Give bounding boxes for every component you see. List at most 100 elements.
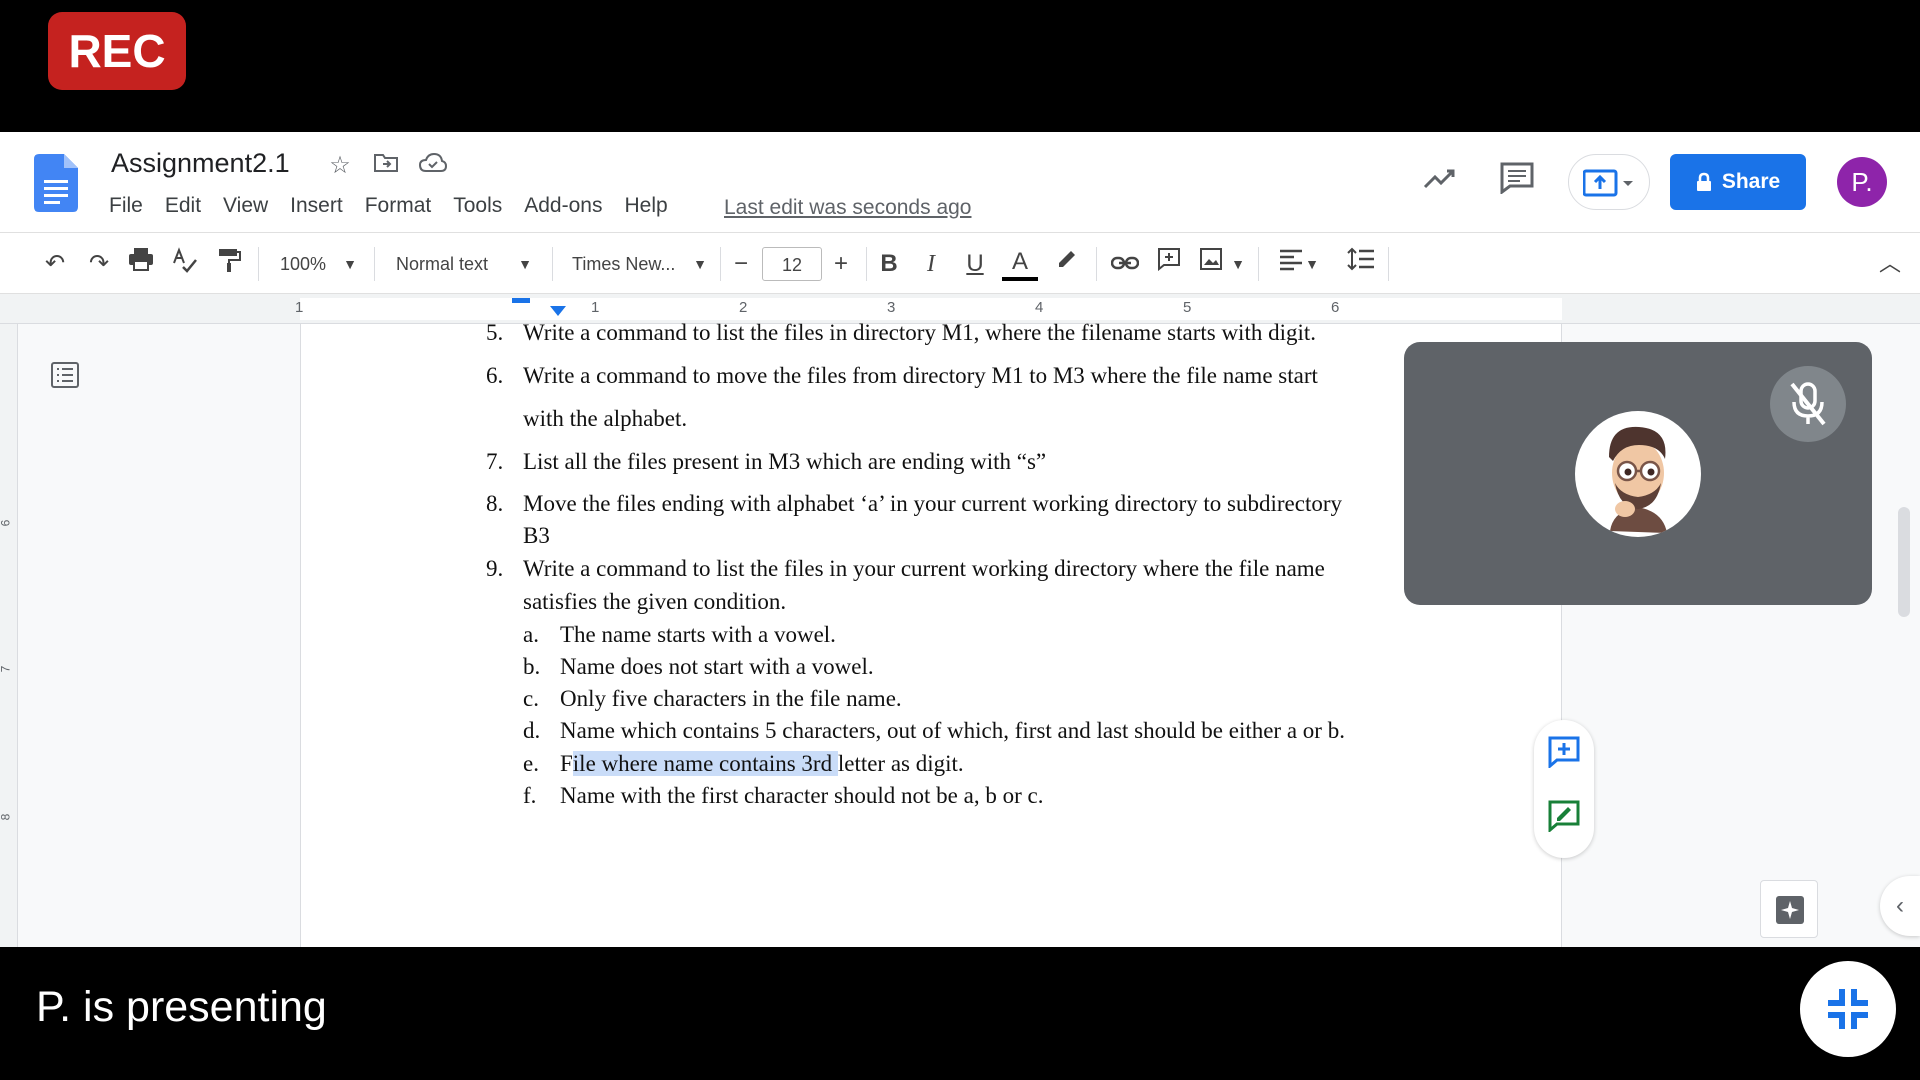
explore-button[interactable]: [1760, 880, 1818, 938]
sublist-letter: b.: [523, 654, 541, 679]
menu-tools[interactable]: Tools: [453, 194, 502, 218]
document-page[interactable]: [300, 324, 1562, 947]
underline-button[interactable]: U: [958, 247, 992, 281]
recording-badge: REC: [48, 12, 186, 90]
list-item-text: List all the files present in M3 which a…: [523, 449, 1047, 474]
zoom-select[interactable]: 100%: [280, 247, 340, 281]
sublist-letter: d.: [523, 718, 541, 743]
exit-fullscreen-icon: [1828, 989, 1868, 1029]
font-dropdown-icon[interactable]: ▼: [690, 247, 710, 281]
ruler-label: 6: [1331, 299, 1340, 316]
selected-text: ile where name contains 3rd: [572, 751, 838, 776]
list-number: 6.: [486, 363, 504, 388]
ruler-label: 5: [1183, 299, 1192, 316]
toolbar-divider: [1388, 247, 1389, 281]
image-dropdown-icon[interactable]: ▼: [1228, 247, 1248, 281]
toolbar-divider: [866, 247, 867, 281]
insert-image-icon[interactable]: [1194, 247, 1228, 281]
print-icon[interactable]: [124, 247, 158, 281]
collapse-menus-icon[interactable]: ︿: [1873, 247, 1907, 281]
mic-muted-icon: [1770, 366, 1846, 442]
present-to-meeting-button[interactable]: [1568, 154, 1650, 210]
menu-bar: File Edit View Insert Format Tools Add-o…: [109, 194, 690, 218]
left-indent-marker[interactable]: [550, 306, 566, 316]
ruler-label: 2: [739, 299, 748, 316]
activity-trend-icon[interactable]: [1420, 162, 1460, 202]
add-comment-icon[interactable]: [1548, 736, 1580, 768]
text-color-button[interactable]: A: [1002, 247, 1038, 281]
account-avatar[interactable]: P.: [1837, 157, 1887, 207]
sublist-letter: f.: [523, 783, 537, 808]
meet-top-bar: REC: [0, 0, 1920, 132]
exit-fullscreen-button[interactable]: [1800, 961, 1896, 1057]
menu-format[interactable]: Format: [365, 194, 432, 218]
zoom-dropdown-icon[interactable]: ▼: [340, 247, 360, 281]
docs-logo-icon[interactable]: [34, 154, 78, 212]
undo-icon[interactable]: ↶: [38, 247, 72, 281]
font-size-input[interactable]: 12: [762, 247, 822, 281]
menu-help[interactable]: Help: [624, 194, 667, 218]
menu-edit[interactable]: Edit: [165, 194, 201, 218]
insert-link-icon[interactable]: [1108, 247, 1142, 281]
text-after-selection: letter as digit.: [837, 751, 964, 776]
spellcheck-icon[interactable]: [168, 247, 202, 281]
share-button[interactable]: Share: [1670, 154, 1806, 210]
toolbar-divider: [1258, 247, 1259, 281]
share-label: Share: [1721, 170, 1781, 193]
move-folder-icon[interactable]: [372, 152, 400, 180]
first-line-indent-marker[interactable]: [512, 298, 530, 303]
sublist-item-text: The name starts with a vowel.: [560, 622, 836, 647]
list-item-text: Write a command to list the files in dir…: [523, 320, 1317, 345]
menu-addons[interactable]: Add-ons: [524, 194, 602, 218]
lock-icon: [1696, 172, 1711, 191]
list-item-text-continued: with the alphabet.: [523, 406, 688, 431]
text-before-selection: F: [560, 751, 573, 776]
redo-icon[interactable]: ↷: [82, 247, 116, 281]
toolbar-divider: [720, 247, 721, 281]
side-action-panel: [1534, 720, 1594, 858]
list-item-text: Write a command to move the files from d…: [523, 363, 1318, 388]
paragraph-style-select[interactable]: Normal text: [396, 247, 506, 281]
list-item-text: Move the files ending with alphabet ‘a’ …: [523, 491, 1343, 516]
menu-view[interactable]: View: [223, 194, 268, 218]
italic-button[interactable]: I: [914, 247, 948, 281]
side-panel-chevron-icon[interactable]: ‹: [1880, 876, 1920, 936]
line-spacing-icon[interactable]: [1344, 247, 1378, 281]
vertical-scrollbar[interactable]: [1898, 507, 1910, 617]
align-dropdown-icon[interactable]: ▼: [1302, 247, 1322, 281]
ruler-label: 4: [1035, 299, 1044, 316]
vertical-ruler-label: 8: [0, 814, 12, 821]
suggest-edits-icon[interactable]: [1548, 800, 1580, 832]
bold-button[interactable]: B: [872, 247, 906, 281]
ruler-label: 1: [295, 299, 304, 316]
sublist-item-text: File where name contains 3rd letter as d…: [560, 751, 964, 777]
menu-file[interactable]: File: [109, 194, 143, 218]
paint-format-icon[interactable]: [212, 247, 246, 281]
list-item-text: Write a command to list the files in you…: [523, 556, 1325, 581]
presenting-status: P. is presenting: [36, 983, 327, 1031]
toolbar-divider: [374, 247, 375, 281]
document-outline-icon[interactable]: [50, 360, 80, 390]
sublist-item-text: Name with the first character should not…: [560, 783, 1044, 808]
style-dropdown-icon[interactable]: ▼: [515, 247, 535, 281]
decrease-font-size-button[interactable]: −: [726, 247, 756, 281]
sublist-item-text: Name which contains 5 characters, out of…: [560, 718, 1345, 743]
star-icon[interactable]: ☆: [326, 152, 354, 180]
list-item-text-continued: satisfies the given condition.: [523, 589, 787, 614]
highlight-color-icon[interactable]: [1050, 247, 1084, 281]
font-select[interactable]: Times New...: [572, 247, 680, 281]
toolbar-divider: [258, 247, 259, 281]
vertical-ruler-label: 6: [0, 520, 12, 527]
cloud-status-icon[interactable]: [418, 152, 448, 180]
sublist-letter: c.: [523, 686, 539, 711]
list-number: 5.: [486, 320, 504, 345]
insert-comment-icon[interactable]: [1152, 247, 1186, 281]
menu-insert[interactable]: Insert: [290, 194, 343, 218]
list-number: 7.: [486, 449, 504, 474]
increase-font-size-button[interactable]: +: [826, 247, 856, 281]
last-edit-link[interactable]: Last edit was seconds ago: [724, 196, 972, 220]
vertical-ruler: 6 7 8 9: [0, 324, 18, 947]
comments-icon[interactable]: [1497, 162, 1537, 202]
list-number: 9.: [486, 556, 504, 581]
document-title[interactable]: Assignment2.1: [111, 148, 290, 179]
